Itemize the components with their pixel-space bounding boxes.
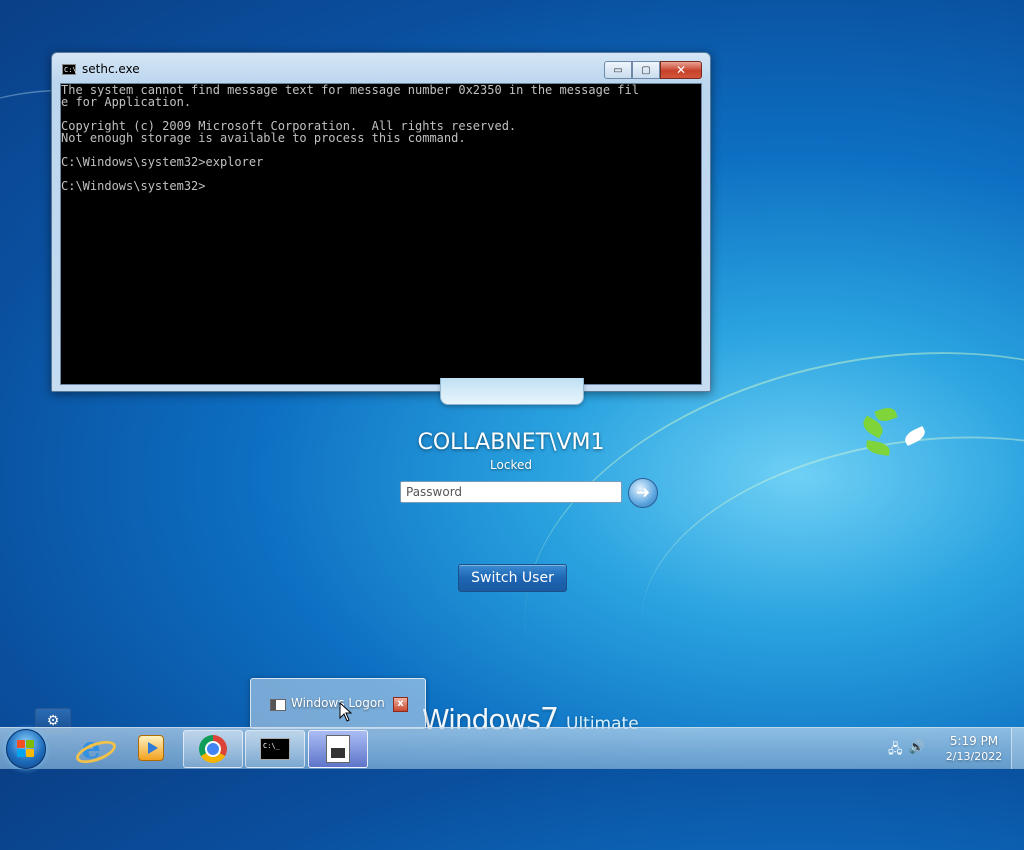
thumbnail-title: Windows Logon xyxy=(291,696,385,710)
internet-explorer-icon: e xyxy=(73,731,120,768)
command-prompt-icon: C:\_ xyxy=(260,738,290,760)
taskbar-chrome[interactable] xyxy=(183,730,243,768)
chrome-icon xyxy=(199,735,227,763)
console-app-icon: C:\ xyxy=(62,63,77,75)
bird-logo-icon xyxy=(856,400,936,470)
clock-time: 5:19 PM xyxy=(949,734,999,748)
console-line: e for Application. xyxy=(61,95,192,109)
taskbar-thumbnail-preview[interactable]: Windows Logon x xyxy=(250,678,426,729)
console-line: C:\Windows\system32>explorer xyxy=(61,155,264,169)
window-controls: ▭ ▢ ✕ xyxy=(604,61,702,79)
taskbar-clock[interactable]: 5:19 PM 2/13/2022 xyxy=(938,733,1010,765)
mouse-cursor-icon xyxy=(339,701,353,726)
taskbar: e C:\_ 🖧 🔊 5:19 PM 2/13/2022 xyxy=(0,727,1024,769)
maximize-button[interactable]: ▢ xyxy=(632,61,660,79)
user-avatar-frame xyxy=(440,378,584,405)
network-icon[interactable]: 🖧 xyxy=(888,740,903,762)
close-button[interactable]: ✕ xyxy=(660,61,702,79)
submit-arrow-button[interactable]: ➜ xyxy=(628,478,658,508)
close-icon: ✕ xyxy=(675,63,687,77)
volume-icon[interactable]: 🔊 xyxy=(909,740,925,762)
thumbnail-close-button[interactable]: x xyxy=(393,697,408,712)
console-line: Not enough storage is available to proce… xyxy=(61,131,466,145)
minimize-button[interactable]: ▭ xyxy=(604,61,632,79)
show-desktop-button[interactable] xyxy=(1011,728,1024,769)
console-title: sethc.exe xyxy=(82,62,140,76)
start-button[interactable] xyxy=(6,729,46,769)
console-prompt: C:\Windows\system32> xyxy=(61,179,206,193)
user-status: Locked xyxy=(490,458,532,472)
user-name: COLLABNET\VM1 xyxy=(417,430,605,455)
clock-date: 2/13/2022 xyxy=(945,750,1003,763)
console-window[interactable]: C:\ sethc.exe ▭ ▢ ✕ The system cannot fi… xyxy=(51,52,711,392)
taskbar-windows-logon[interactable] xyxy=(308,730,368,768)
system-tray: 🖧 🔊 xyxy=(888,740,925,762)
taskbar-internet-explorer[interactable]: e xyxy=(62,730,120,768)
arrow-right-icon: ➜ xyxy=(635,483,651,503)
console-title-bar[interactable]: C:\ sethc.exe xyxy=(62,62,140,76)
taskbar-media-player[interactable] xyxy=(122,730,180,766)
window-icon xyxy=(270,699,286,711)
windows-logo-icon xyxy=(17,740,35,758)
console-output[interactable]: The system cannot find message text for … xyxy=(60,83,702,385)
minimize-icon: ▭ xyxy=(613,64,623,76)
media-player-icon xyxy=(138,735,164,761)
switch-user-button[interactable]: Switch User xyxy=(458,564,567,592)
taskbar-command-prompt[interactable]: C:\_ xyxy=(245,730,305,768)
maximize-icon: ▢ xyxy=(641,64,651,76)
windows-logon-icon xyxy=(326,735,350,763)
password-input[interactable] xyxy=(400,481,622,503)
